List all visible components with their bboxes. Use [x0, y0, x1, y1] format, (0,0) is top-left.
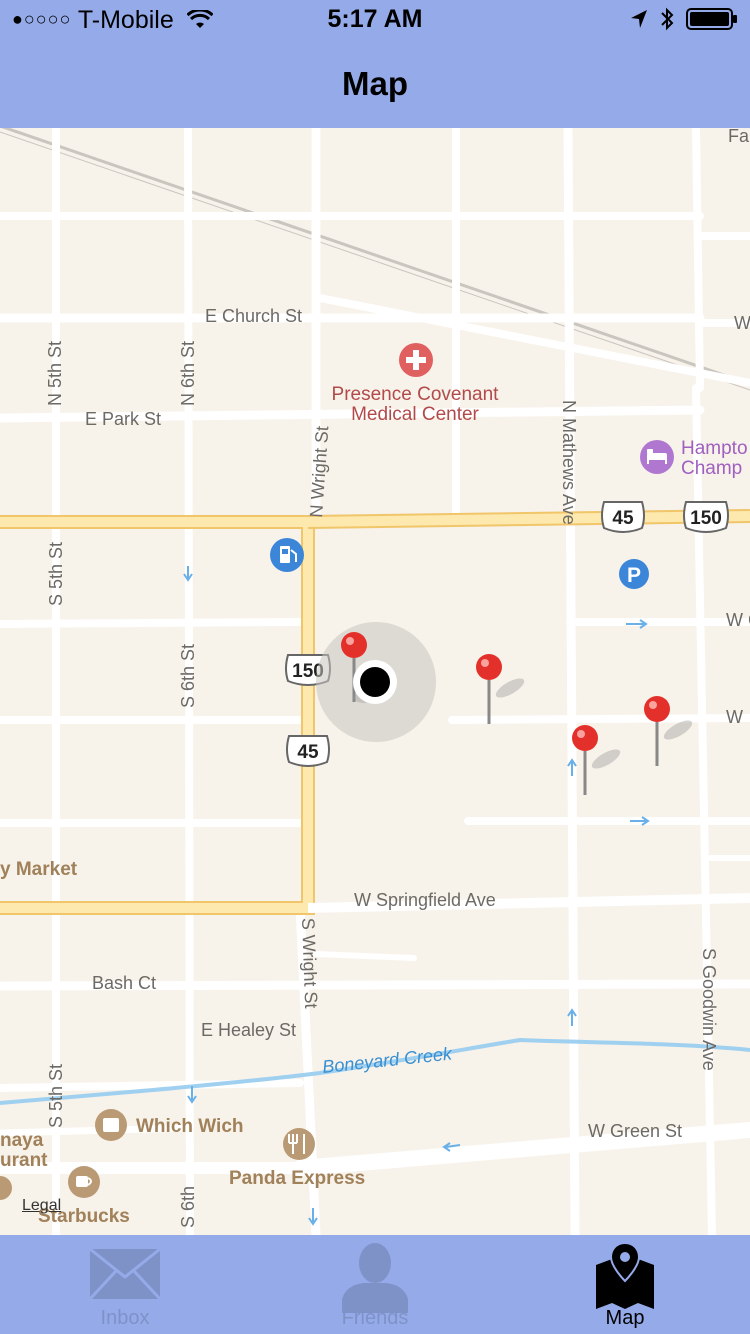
label-hospital-line1: Presence Covenant: [332, 384, 500, 405]
user-location-dot: [353, 660, 397, 704]
label-hotel-line1: Hampto: [681, 438, 748, 459]
nav-bar: Map: [0, 40, 750, 128]
label-naya-line1: naya: [0, 1130, 44, 1151]
hospital-icon[interactable]: [399, 343, 433, 377]
label-e-park-st: E Park St: [85, 409, 161, 429]
tab-friends[interactable]: Friends: [250, 1235, 500, 1334]
legal-link[interactable]: Legal: [22, 1197, 61, 1215]
battery-icon: [686, 8, 737, 30]
label-s-5th-st: S 5th St: [46, 542, 66, 606]
label-market: y Market: [0, 859, 78, 880]
svg-text:P: P: [627, 564, 641, 587]
person-icon: [342, 1243, 408, 1313]
label-n-mathews-ave: N Mathews Ave: [559, 400, 579, 525]
coffee-icon[interactable]: [68, 1166, 100, 1198]
label-e-church-st: E Church St: [205, 306, 302, 326]
label-w-springfield-ave: W Springfield Ave: [354, 890, 496, 910]
location-arrow-icon: [631, 10, 647, 28]
label-n-5th-st: N 5th St: [45, 341, 65, 406]
tab-bar: Inbox Friends Map: [0, 1235, 750, 1334]
label-s-5th-st-lower: S 5th St: [46, 1064, 66, 1128]
tab-label: Inbox: [100, 1307, 150, 1329]
hotel-icon[interactable]: [640, 440, 674, 474]
label-w-green-st: W Green St: [588, 1121, 682, 1141]
label-hospital-line2: Medical Center: [351, 404, 479, 425]
label-e-healey-st: E Healey St: [201, 1020, 296, 1040]
tab-label: Map: [605, 1307, 645, 1329]
svg-text:45: 45: [297, 742, 319, 763]
us-45-shield-top: 45: [601, 501, 645, 533]
map-canvas[interactable]: E Church St E Park St N 5th St N 6th St …: [0, 128, 750, 1235]
parking-icon[interactable]: P: [619, 559, 649, 589]
tab-inbox[interactable]: Inbox: [0, 1235, 250, 1334]
envelope-icon: [88, 1247, 162, 1301]
label-s-wright-st: S Wright St: [298, 917, 321, 1008]
tab-map[interactable]: Map: [500, 1235, 750, 1334]
svg-text:150: 150: [690, 508, 722, 529]
label-partial-w-3: W: [726, 707, 743, 727]
label-s-goodwin-ave: S Goodwin Ave: [699, 948, 719, 1071]
label-which-wich: Which Wich: [136, 1116, 244, 1137]
label-partial-fai: Fai: [728, 128, 750, 146]
map-view[interactable]: E Church St E Park St N 5th St N 6th St …: [0, 128, 750, 1235]
status-bar: ●○○○○ T-Mobile 5:17 AM: [0, 0, 750, 40]
us-150-shield-top: 150: [683, 501, 729, 533]
us-45-shield-mid: 45: [286, 735, 330, 767]
label-n-6th-st: N 6th St: [178, 341, 198, 406]
label-hotel-line2: Champ: [681, 458, 742, 479]
label-partial-w-1: W: [734, 313, 750, 333]
label-s-6th-lower: S 6th: [178, 1186, 198, 1228]
label-partial-w-2: W C: [726, 610, 750, 630]
label-s-6th-st: S 6th St: [178, 644, 198, 708]
page-title: Map: [342, 65, 408, 102]
restaurant-icon[interactable]: [283, 1128, 315, 1160]
which-wich-icon[interactable]: [95, 1109, 127, 1141]
label-panda-express: Panda Express: [229, 1168, 365, 1189]
label-bash-ct: Bash Ct: [92, 973, 156, 993]
bluetooth-icon: [661, 7, 674, 31]
label-naya-line2: urant: [0, 1150, 48, 1171]
svg-text:45: 45: [612, 508, 634, 529]
tab-label: Friends: [341, 1307, 409, 1329]
gas-station-icon[interactable]: [270, 538, 304, 572]
map-pin-icon: [596, 1241, 654, 1309]
